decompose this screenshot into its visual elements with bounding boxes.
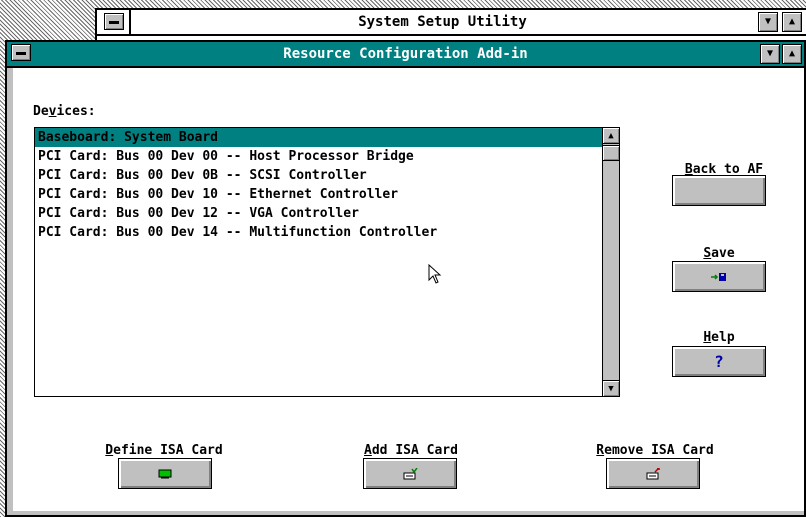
add-isa-card-label: Add ISA Card [364,443,458,458]
save-disk-icon [711,272,726,281]
outer-window-title: System Setup Utility [358,14,527,30]
scroll-down-button[interactable]: ▼ [603,380,619,396]
help-button[interactable]: ? [672,346,766,377]
isa-card-icon [158,469,172,478]
inner-titlebar: Resource Configuration Add-in ▼ ▲ [7,42,804,68]
list-item[interactable]: PCI Card: Bus 00 Dev 00 -- Host Processo… [35,147,602,166]
add-card-icon [403,467,418,479]
list-item[interactable]: PCI Card: Bus 00 Dev 14 -- Multifunction… [35,223,602,242]
list-item[interactable]: PCI Card: Bus 00 Dev 12 -- VGA Controlle… [35,204,602,223]
remove-card-icon [646,467,660,479]
devices-list: Baseboard: System Board PCI Card: Bus 00… [35,128,602,396]
define-isa-card-button[interactable] [118,458,212,489]
outer-titlebar: System Setup Utility ▼ ▲ [97,10,806,36]
help-question-icon: ? [714,352,724,371]
system-menu-icon[interactable] [104,13,124,30]
maximize-arrow-icon: ▲ [788,48,796,59]
scroll-down-arrow-icon: ▼ [608,383,614,394]
outer-maximize-button[interactable]: ▲ [782,12,802,32]
back-to-af-button[interactable] [672,175,766,206]
save-label: Save [703,246,735,261]
scroll-up-arrow-icon: ▲ [608,130,614,141]
devices-listbox[interactable]: Baseboard: System Board PCI Card: Bus 00… [34,127,620,397]
add-isa-card-button[interactable] [363,458,457,489]
define-isa-card-label: Define ISA Card [105,443,223,458]
list-item[interactable]: PCI Card: Bus 00 Dev 10 -- Ethernet Cont… [35,185,602,204]
minimize-arrow-icon: ▼ [764,16,772,27]
inner-window-title: Resource Configuration Add-in [283,46,528,62]
maximize-arrow-icon: ▲ [788,16,796,27]
mouse-pointer-icon [428,264,442,284]
scroll-thumb[interactable] [603,145,619,161]
list-item[interactable]: PCI Card: Bus 00 Dev 0B -- SCSI Controll… [35,166,602,185]
save-button[interactable] [672,261,766,292]
remove-isa-card-button[interactable] [606,458,700,489]
devices-label: Devices: [33,104,96,119]
vertical-scrollbar[interactable]: ▲ ▼ [602,128,619,396]
scroll-up-button[interactable]: ▲ [603,128,619,144]
list-item[interactable]: Baseboard: System Board [35,128,602,147]
inner-maximize-button[interactable]: ▲ [782,44,802,64]
outer-minimize-button[interactable]: ▼ [758,12,778,32]
remove-isa-card-label: Remove ISA Card [596,443,714,458]
help-label: Help [703,330,735,345]
outer-system-menu[interactable] [97,10,131,34]
inner-minimize-button[interactable]: ▼ [760,44,780,64]
minimize-arrow-icon: ▼ [766,48,774,59]
